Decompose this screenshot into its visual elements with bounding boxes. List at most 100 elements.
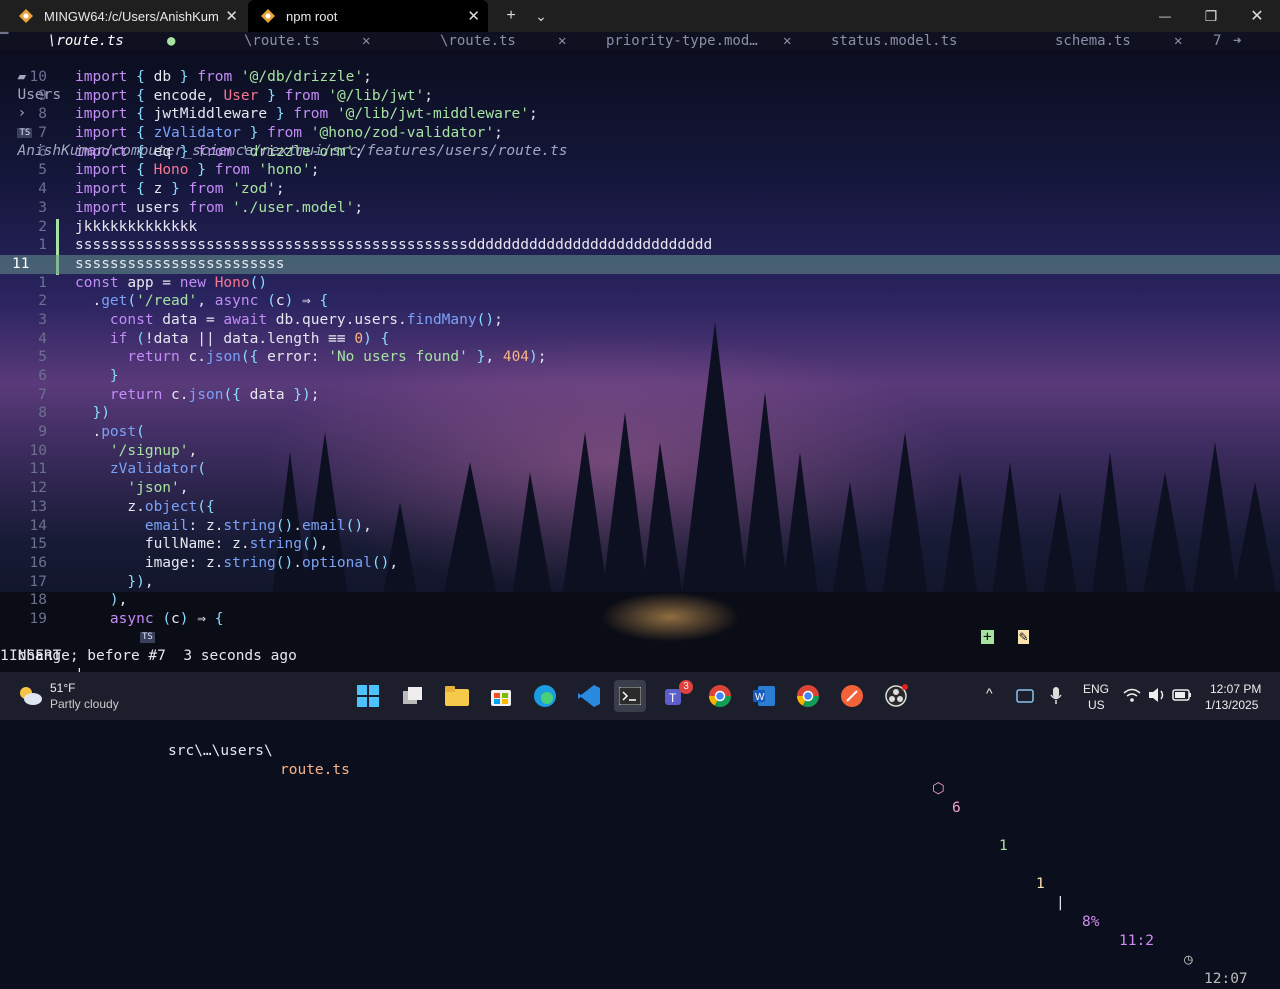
line-text: '/signup',	[109, 442, 198, 459]
line-text: return c.json({ error: 'No users found' …	[127, 349, 547, 366]
window-close-button[interactable]: ✕	[1242, 0, 1272, 32]
svg-text:T: T	[669, 691, 677, 705]
more-buffers-icon[interactable]: ➜	[1233, 32, 1241, 50]
file-explorer-icon[interactable]	[441, 680, 473, 712]
status-separator: |	[1056, 895, 1065, 911]
buffer-tab-label[interactable]: \route.ts	[244, 32, 320, 50]
taskbar-date[interactable]: 1/13/2025	[1205, 698, 1258, 712]
terminal-tab-mingw[interactable]: MINGW64:/c/Users/AnishKum ✕	[6, 0, 246, 32]
obs-recorder-icon[interactable]	[880, 680, 912, 712]
buffer-tab-label[interactable]: schema.ts	[1055, 32, 1131, 50]
code-line[interactable]: 7 import { zValidator } from '@hono/zod-v…	[0, 124, 1280, 143]
line-text: fullName: z.string(),	[75, 536, 329, 553]
windows-taskbar: 51°F Partly cloudy T 3 W ^ ENG US 12:07 …	[0, 672, 1280, 720]
line-text: ssssssssssssssssssssssss	[75, 255, 285, 272]
code-line[interactable]: 17 }),	[0, 573, 1280, 592]
line-text: zValidator(	[109, 461, 206, 478]
line-number: 11	[12, 255, 30, 272]
code-line[interactable]: 8 })	[0, 404, 1280, 423]
microphone-icon[interactable]	[1049, 686, 1063, 706]
code-line[interactable]: 1 const app = new Hono()	[0, 274, 1280, 293]
close-buffer-icon[interactable]: ✕	[558, 32, 566, 50]
battery-icon[interactable]	[1172, 688, 1192, 702]
code-line[interactable]: 7 return c.json({ data });	[0, 386, 1280, 405]
microsoft-store-icon[interactable]	[485, 680, 517, 712]
line-text: })	[92, 405, 110, 422]
code-line[interactable]: 8 import { jwtMiddleware } from '@/lib/jw…	[0, 105, 1280, 124]
input-language[interactable]: ENG	[1083, 682, 1109, 696]
maximize-button[interactable]: ❐	[1196, 0, 1226, 32]
line-number: 15	[29, 536, 47, 553]
code-line-current[interactable]: 11 ssssssssssssssssssssssss	[0, 254, 1280, 274]
buffer-tab-label[interactable]: priority-type.mod…	[606, 32, 758, 50]
code-line[interactable]: 1 sssssssssssssssssssssssssssssssssssssss…	[0, 236, 1280, 255]
line-text: if (!data || data.length ≡≡ 0) {	[109, 330, 390, 347]
close-buffer-icon[interactable]: ✕	[362, 32, 370, 50]
cloud-sync-icon[interactable]	[1015, 686, 1035, 704]
weather-temp[interactable]: 51°F	[50, 681, 75, 695]
line-text: .get('/read', async (c) ⇒ {	[75, 293, 329, 310]
code-line[interactable]: 2 jkkkkkkkkkkkkk	[0, 218, 1280, 237]
start-button-windows-icon[interactable]	[352, 680, 384, 712]
weather-desc[interactable]: Partly cloudy	[50, 697, 119, 711]
wifi-icon[interactable]	[1123, 687, 1141, 703]
chrome-profile-icon[interactable]	[792, 680, 824, 712]
code-line[interactable]: 5 import { Hono } from 'hono';	[0, 161, 1280, 180]
line-number: 13	[29, 498, 47, 515]
terminal-tab-npm[interactable]: npm root ✕	[248, 0, 488, 32]
vscode-icon[interactable]	[573, 680, 605, 712]
line-text: import { zValidator } from '@hono/zod-va…	[75, 125, 503, 142]
line-number: 5	[38, 349, 47, 366]
terminal-icon[interactable]	[614, 680, 646, 712]
buffer-tabline: ▔ \route.ts ● \route.ts ✕ \route.ts ✕ pr…	[0, 32, 1280, 50]
code-line[interactable]: 18 ),	[0, 591, 1280, 610]
code-line[interactable]: 6 import { eq } from 'drizzle-orm';	[0, 143, 1280, 162]
code-line[interactable]: 11 zValidator(	[0, 460, 1280, 479]
tab-dropdown-button[interactable]: ⌄	[526, 0, 556, 32]
new-tab-button[interactable]: +	[496, 0, 526, 32]
line-number: 9	[38, 87, 47, 104]
close-tab-icon[interactable]: ✕	[467, 7, 480, 25]
code-line[interactable]: 10 import { db } from '@/db/drizzle';	[0, 68, 1280, 87]
volume-icon[interactable]	[1148, 687, 1166, 703]
chrome-icon[interactable]	[704, 680, 736, 712]
brave-icon[interactable]	[836, 680, 868, 712]
line-text: return c.json({ data });	[109, 386, 320, 403]
code-line[interactable]: 9 import { encode, User } from '@/lib/jwt…	[0, 87, 1280, 106]
code-line[interactable]: 10 '/signup',	[0, 442, 1280, 461]
task-view-icon[interactable]	[397, 680, 429, 712]
input-region[interactable]: US	[1088, 698, 1105, 712]
code-line[interactable]: 9 .post(	[0, 423, 1280, 442]
buffer-tab-label[interactable]: \route.ts	[440, 32, 516, 50]
minimize-button[interactable]: —	[1150, 0, 1180, 32]
code-line[interactable]: 19 async (c) ⇒ {	[0, 610, 1280, 629]
code-line[interactable]: 2 .get('/read', async (c) ⇒ {	[0, 292, 1280, 311]
close-buffer-icon[interactable]: ✕	[1174, 32, 1182, 50]
close-tab-icon[interactable]: ✕	[225, 7, 238, 25]
word-icon[interactable]: W	[748, 680, 780, 712]
edge-browser-icon[interactable]	[529, 680, 561, 712]
git-added-count: 1	[999, 838, 1008, 854]
code-line[interactable]: 13 z.object({	[0, 498, 1280, 517]
code-line[interactable]: 16 image: z.string().optional(),	[0, 554, 1280, 573]
line-text: const app = new Hono()	[75, 274, 268, 291]
code-line[interactable]: 15 fullName: z.string(),	[0, 535, 1280, 554]
buffer-tab-active-label[interactable]: \route.ts	[48, 32, 124, 50]
code-line[interactable]: 6 }	[0, 367, 1280, 386]
buffer-tab-label[interactable]: status.model.ts	[831, 32, 957, 50]
file-path: src\…\users\	[168, 743, 273, 759]
code-line[interactable]: 5 return c.json({ error: 'No users found…	[0, 348, 1280, 367]
taskbar-time[interactable]: 12:07 PM	[1210, 682, 1261, 696]
code-line[interactable]: 4 import { z } from 'zod';	[0, 180, 1280, 199]
code-line[interactable]: 12 'json',	[0, 479, 1280, 498]
code-editor[interactable]: 10 import { db } from '@/db/drizzle'; 9 imp…	[0, 68, 1280, 629]
line-text: }),	[127, 573, 154, 590]
show-hidden-icons-chevron-icon[interactable]: ^	[986, 685, 993, 701]
close-buffer-icon[interactable]: ✕	[783, 32, 791, 50]
weather-icon[interactable]	[16, 682, 44, 710]
code-line[interactable]: 3 import users from './user.model';	[0, 199, 1280, 218]
code-line[interactable]: 4 if (!data || data.length ≡≡ 0) {	[0, 330, 1280, 349]
code-line[interactable]: 14 email: z.string().email(),	[0, 517, 1280, 536]
code-line[interactable]: 3 const data = await db.query.users.find…	[0, 311, 1280, 330]
file-name: route.ts	[280, 762, 350, 778]
